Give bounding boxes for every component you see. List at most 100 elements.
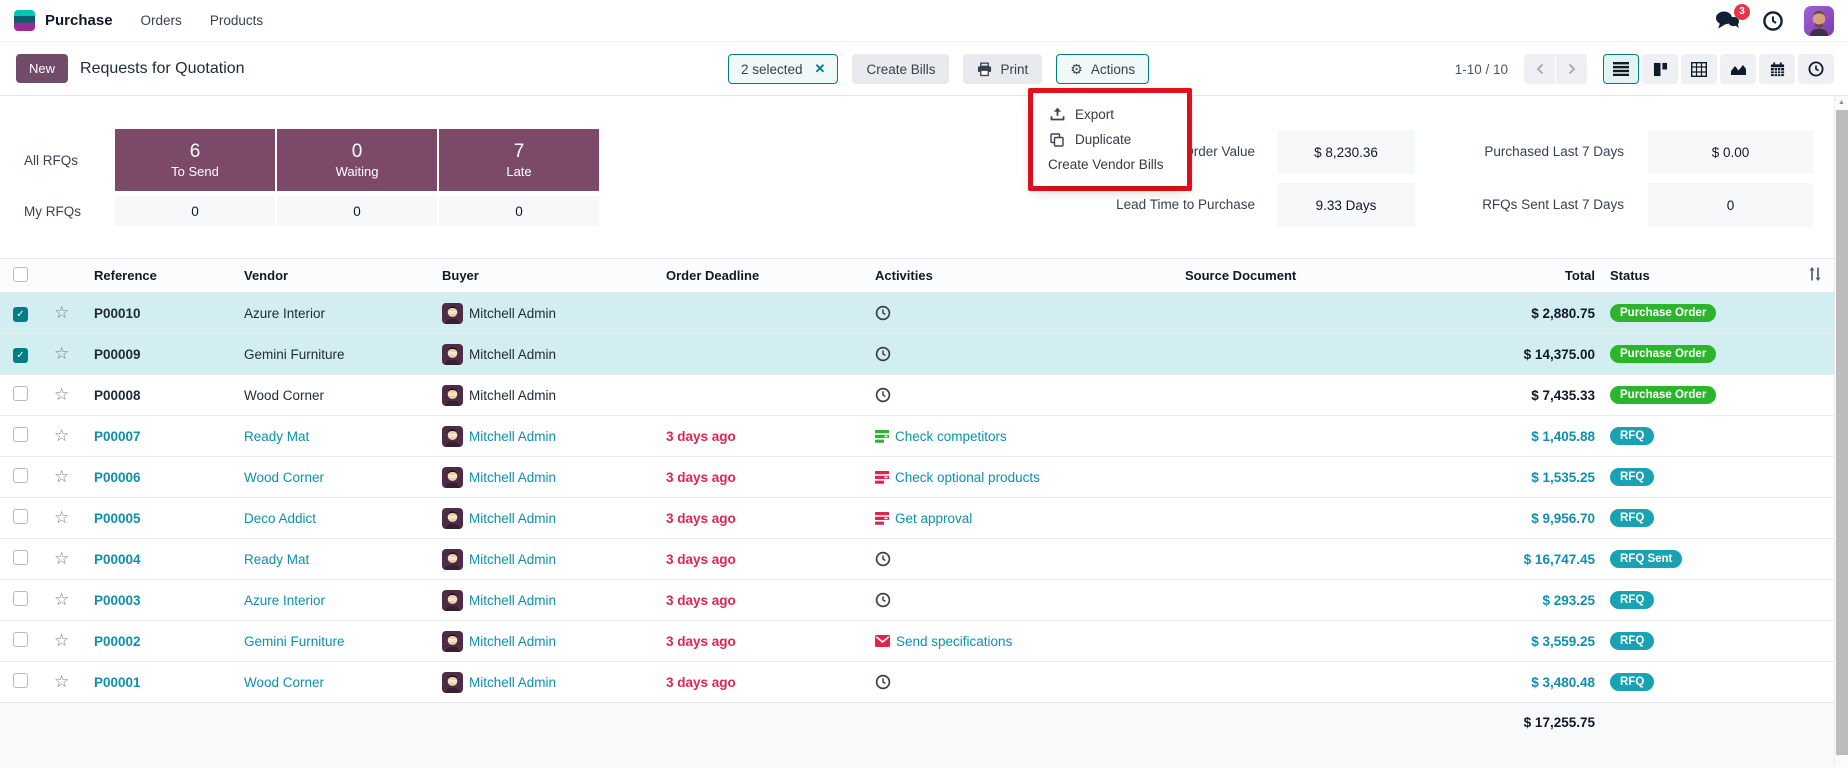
rfq-reference[interactable]: P00002	[92, 621, 242, 662]
row-checkbox[interactable]	[13, 468, 28, 483]
row-checkbox-cell[interactable]	[0, 416, 52, 457]
table-row[interactable]: ☆P00003Azure InteriorMitchell Admin3 day…	[0, 580, 1834, 621]
selected-count-button[interactable]: 2 selected ✕	[728, 54, 838, 84]
table-row[interactable]: ☆P00005Deco AddictMitchell Admin3 days a…	[0, 498, 1834, 539]
column-header-reference[interactable]: Reference	[92, 259, 242, 293]
rfq-reference[interactable]: P00005	[92, 498, 242, 539]
row-checkbox-cell[interactable]	[0, 580, 52, 621]
rfq-reference[interactable]: P00007	[92, 416, 242, 457]
messages-button[interactable]: 3	[1714, 10, 1742, 32]
favorite-star-icon[interactable]: ☆	[52, 416, 92, 457]
view-list-button[interactable]	[1603, 54, 1639, 84]
row-checkbox-cell[interactable]	[0, 621, 52, 662]
scrollbar-up-arrow[interactable]: ▲	[1835, 96, 1848, 109]
table-row[interactable]: ☆P00001Wood CornerMitchell Admin3 days a…	[0, 662, 1834, 703]
view-calendar-button[interactable]	[1759, 54, 1795, 84]
activity-cell[interactable]: Get approval	[873, 498, 1183, 539]
activity-label[interactable]: Send specifications	[896, 634, 1012, 649]
all-rfqs-label[interactable]: All RFQs	[0, 129, 113, 191]
table-row[interactable]: ☆P00004Ready MatMitchell Admin3 days ago…	[0, 539, 1834, 580]
my-waiting[interactable]: 0	[277, 196, 437, 226]
column-header-total[interactable]: Total	[1453, 259, 1603, 293]
scrollbar-thumb[interactable]	[1836, 110, 1848, 755]
favorite-star-icon[interactable]: ☆	[52, 539, 92, 580]
rfq-reference[interactable]: P00003	[92, 580, 242, 621]
menu-item-export[interactable]: Export	[1033, 102, 1187, 127]
activity-cell[interactable]	[873, 334, 1183, 375]
favorite-star-icon[interactable]: ☆	[52, 375, 92, 416]
app-menu-purchase[interactable]: Purchase	[45, 12, 113, 29]
view-activity-button[interactable]	[1798, 54, 1834, 84]
activity-cell[interactable]	[873, 375, 1183, 416]
menu-item-create-vendor-bills[interactable]: Create Vendor Bills	[1033, 152, 1187, 177]
row-checkbox[interactable]	[13, 591, 28, 606]
row-checkbox-cell[interactable]	[0, 457, 52, 498]
activity-cell[interactable]: Send specifications	[873, 621, 1183, 662]
odoo-app-logo[interactable]	[14, 10, 35, 31]
column-header-vendor[interactable]: Vendor	[242, 259, 440, 293]
row-checkbox-cell[interactable]	[0, 662, 52, 703]
kpi-late[interactable]: 7 Late	[439, 129, 599, 191]
user-avatar[interactable]	[1804, 6, 1834, 36]
table-row[interactable]: ☆P00006Wood CornerMitchell Admin3 days a…	[0, 457, 1834, 498]
actions-button[interactable]: ⚙ Actions	[1056, 54, 1149, 84]
activity-cell[interactable]: Check competitors	[873, 416, 1183, 457]
nav-menu-orders[interactable]: Orders	[141, 13, 182, 28]
table-row[interactable]: ☆P00008Wood CornerMitchell Admin$ 7,435.…	[0, 375, 1834, 416]
table-row[interactable]: ✓☆P00009Gemini FurnitureMitchell Admin$ …	[0, 334, 1834, 375]
column-header-source-document[interactable]: Source Document	[1183, 259, 1453, 293]
favorite-star-icon[interactable]: ☆	[52, 580, 92, 621]
row-checkbox[interactable]	[13, 673, 28, 688]
rfq-reference[interactable]: P00006	[92, 457, 242, 498]
kpi-waiting[interactable]: 0 Waiting	[277, 129, 437, 191]
row-checkbox[interactable]	[13, 550, 28, 565]
clear-selection-icon[interactable]: ✕	[815, 61, 826, 77]
row-checkbox[interactable]: ✓	[13, 307, 28, 322]
table-row[interactable]: ☆P00002Gemini FurnitureMitchell Admin3 d…	[0, 621, 1834, 662]
view-pivot-button[interactable]	[1681, 54, 1717, 84]
row-checkbox[interactable]	[13, 386, 28, 401]
column-header-order-deadline[interactable]: Order Deadline	[664, 259, 873, 293]
pager-next-button[interactable]	[1556, 54, 1587, 84]
column-header-activities[interactable]: Activities	[873, 259, 1183, 293]
rfq-reference[interactable]: P00004	[92, 539, 242, 580]
activity-label[interactable]: Check optional products	[895, 470, 1040, 485]
table-row[interactable]: ✓☆P00010Azure InteriorMitchell Admin$ 2,…	[0, 293, 1834, 334]
my-to-send[interactable]: 0	[115, 196, 275, 226]
favorite-star-icon[interactable]: ☆	[52, 293, 92, 334]
row-checkbox-cell[interactable]	[0, 498, 52, 539]
rfq-reference[interactable]: P00009	[92, 334, 242, 375]
rfq-reference[interactable]: P00001	[92, 662, 242, 703]
activity-cell[interactable]	[873, 293, 1183, 334]
view-graph-button[interactable]	[1720, 54, 1756, 84]
activity-label[interactable]: Check competitors	[895, 429, 1007, 444]
row-checkbox[interactable]	[13, 632, 28, 647]
my-rfqs-label[interactable]: My RFQs	[0, 196, 113, 226]
pager-previous-button[interactable]	[1524, 54, 1555, 84]
favorite-star-icon[interactable]: ☆	[52, 334, 92, 375]
row-checkbox[interactable]: ✓	[13, 348, 28, 363]
activity-cell[interactable]	[873, 662, 1183, 703]
column-header-status[interactable]: Status	[1603, 259, 1794, 293]
new-button[interactable]: New	[16, 54, 68, 83]
row-checkbox-cell[interactable]	[0, 375, 52, 416]
favorite-star-icon[interactable]: ☆	[52, 662, 92, 703]
row-checkbox-cell[interactable]: ✓	[0, 293, 52, 334]
my-late[interactable]: 0	[439, 196, 599, 226]
favorite-star-icon[interactable]: ☆	[52, 457, 92, 498]
rfq-reference[interactable]: P00008	[92, 375, 242, 416]
favorite-star-icon[interactable]: ☆	[52, 621, 92, 662]
activity-cell[interactable]	[873, 539, 1183, 580]
print-button[interactable]: Print	[963, 54, 1042, 84]
nav-menu-products[interactable]: Products	[210, 13, 263, 28]
kpi-to-send[interactable]: 6 To Send	[115, 129, 275, 191]
select-all-checkbox[interactable]	[13, 267, 28, 282]
row-checkbox[interactable]	[13, 427, 28, 442]
menu-item-duplicate[interactable]: Duplicate	[1033, 127, 1187, 152]
activity-label[interactable]: Get approval	[895, 511, 972, 526]
row-checkbox[interactable]	[13, 509, 28, 524]
vertical-scrollbar[interactable]: ▲	[1834, 96, 1848, 767]
optional-columns-button[interactable]	[1794, 259, 1834, 293]
table-row[interactable]: ☆P00007Ready MatMitchell Admin3 days ago…	[0, 416, 1834, 457]
favorite-star-icon[interactable]: ☆	[52, 498, 92, 539]
